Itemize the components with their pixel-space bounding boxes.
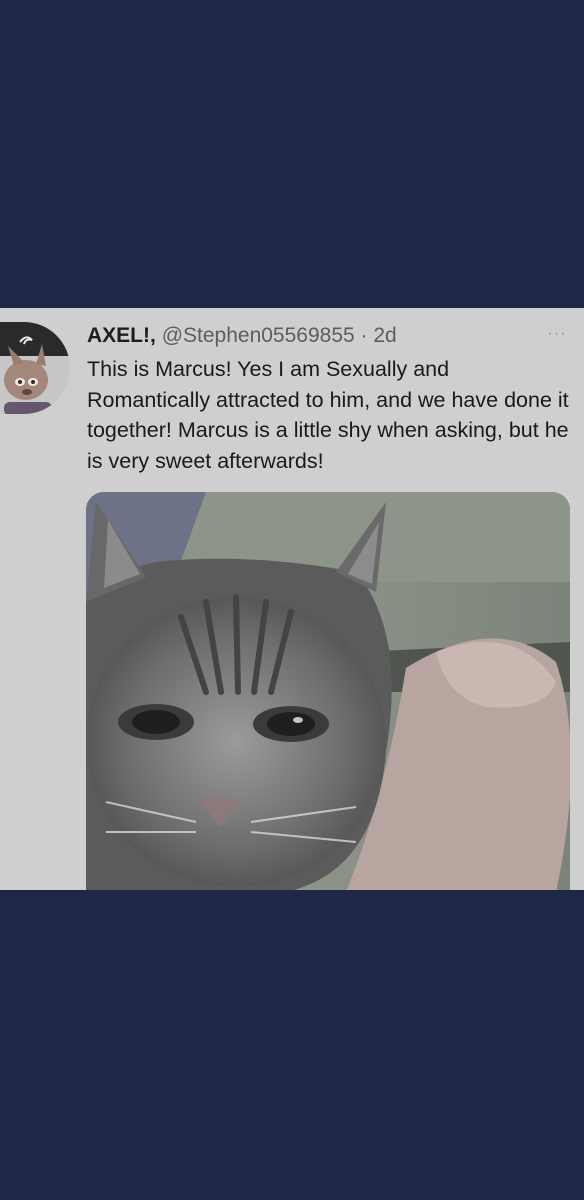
tweet-header: AXEL!, @Stephen05569855 · 2d — [87, 320, 527, 352]
screen: AXEL!, @Stephen05569855 · 2d ··· This is… — [0, 0, 584, 1200]
user-handle[interactable]: @Stephen05569855 — [162, 324, 355, 347]
separator-dot: · — [360, 324, 368, 347]
tweet-card[interactable]: AXEL!, @Stephen05569855 · 2d ··· This is… — [0, 308, 584, 890]
avatar[interactable] — [0, 322, 70, 414]
tweet-text: This is Marcus! Yes I am Sexually and Ro… — [87, 357, 569, 473]
more-horizontal-icon[interactable]: ··· — [540, 322, 574, 346]
tweet-photo[interactable] — [86, 492, 570, 890]
timestamp[interactable]: 2d — [373, 324, 396, 347]
display-name[interactable]: AXEL!, — [87, 324, 156, 347]
